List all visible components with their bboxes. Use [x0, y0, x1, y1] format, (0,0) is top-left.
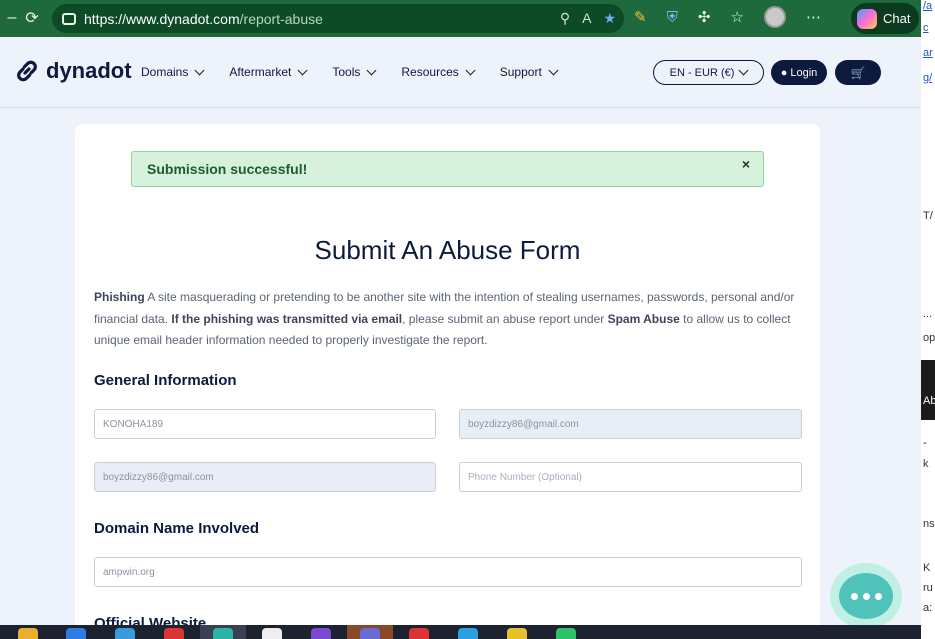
form-description: Phishing A site masquerading or pretendi…: [94, 287, 804, 352]
chevron-down-icon: [738, 65, 749, 76]
side-fragment: ru: [923, 582, 933, 594]
menu-label: Tools: [332, 65, 361, 79]
email-field[interactable]: boyzdizzy86@gmail.com: [459, 409, 802, 439]
taskbar-app-icon[interactable]: [360, 628, 380, 639]
taskbar-app-icon[interactable]: [311, 628, 331, 639]
alert-message: Submission successful!: [147, 161, 308, 177]
chevron-down-icon: [465, 65, 476, 75]
dynadot-logo[interactable]: dynadot: [14, 58, 132, 84]
desc-term: Phishing: [94, 290, 145, 304]
abuse-form-card: Submission successful! × Submit An Abuse…: [75, 124, 820, 625]
taskbar-app-icon[interactable]: [115, 628, 135, 639]
side-fragment: T/: [923, 210, 933, 222]
chevron-down-icon: [366, 65, 377, 75]
user-icon: ●: [780, 66, 788, 79]
name-field[interactable]: KONOHA189: [94, 409, 436, 439]
chat-label: Chat: [883, 11, 911, 26]
browser-toolbar: – ⟳ https://www.dynadot.com/report-abuse…: [0, 0, 935, 37]
chevron-down-icon: [548, 65, 559, 75]
desc-bold: Spam Abuse: [607, 311, 680, 326]
favorites-icon[interactable]: ☆: [730, 8, 743, 26]
shield-icon[interactable]: ⛨: [667, 9, 678, 26]
logo-text: dynadot: [46, 58, 132, 83]
main-menu: Domains Aftermarket Tools Resources Supp…: [141, 65, 559, 79]
address-bar[interactable]: https://www.dynadot.com/report-abuse ⚲ A…: [52, 4, 624, 33]
menu-domains[interactable]: Domains: [141, 65, 205, 79]
side-fragment: ns: [923, 518, 935, 530]
login-button[interactable]: ● Login: [771, 60, 827, 85]
domain-field[interactable]: ampwin.org: [94, 557, 802, 587]
side-fragment: op: [923, 332, 935, 344]
login-label: Login: [790, 66, 818, 79]
desc-text: , please submit an abuse report under: [402, 311, 608, 326]
live-chat-button[interactable]: [830, 563, 902, 625]
currency-selector[interactable]: EN - EUR (€): [653, 60, 764, 85]
close-icon[interactable]: ×: [742, 156, 750, 172]
taskbar-app-icon[interactable]: [164, 628, 184, 639]
chat-bubble-icon: [839, 573, 893, 619]
menu-aftermarket[interactable]: Aftermarket: [229, 65, 308, 79]
side-window: /a c ar g/ T/ ... op Ab - k ns K ru a:: [921, 0, 935, 639]
side-fragment: /a: [923, 0, 933, 12]
side-fragment: ...: [923, 308, 933, 320]
cart-icon: 🛒: [850, 65, 866, 80]
taskbar-app-icon[interactable]: [213, 628, 233, 639]
url-host: https://www.dynadot.com: [84, 10, 240, 27]
email-confirm-field[interactable]: boyzdizzy86@gmail.com: [94, 462, 436, 492]
menu-support[interactable]: Support: [499, 65, 559, 79]
menu-label: Support: [499, 65, 542, 79]
menu-label: Domains: [141, 65, 189, 79]
favorite-star-icon[interactable]: ★: [603, 10, 616, 27]
zoom-icon[interactable]: ⚲: [560, 10, 570, 27]
side-fragment: k: [923, 458, 929, 470]
side-fragment: c: [923, 22, 929, 34]
os-taskbar: [0, 625, 921, 639]
side-fragment: ar: [923, 47, 933, 59]
menu-tools[interactable]: Tools: [332, 65, 377, 79]
phone-field[interactable]: Phone Number (Optional): [459, 462, 802, 492]
url-text[interactable]: https://www.dynadot.com/report-abuse: [84, 11, 323, 27]
page-title: Submit An Abuse Form: [314, 235, 581, 265]
file-explorer-icon[interactable]: [18, 628, 38, 639]
copilot-chat-button[interactable]: Chat: [851, 3, 919, 34]
taskbar-app-icon[interactable]: [556, 628, 576, 639]
copilot-icon: [857, 8, 877, 29]
more-menu-icon[interactable]: ⋯: [806, 8, 821, 26]
logo-icon: [17, 60, 37, 82]
side-fragment: -: [923, 437, 927, 449]
site-header: dynadot Domains Aftermarket Tools Resour…: [0, 37, 921, 108]
chevron-down-icon: [297, 65, 308, 75]
refresh-icon[interactable]: ⟳: [20, 8, 44, 28]
general-info-heading: General Information: [94, 372, 237, 389]
taskbar-app-icon[interactable]: [507, 628, 527, 639]
menu-label: Resources: [401, 65, 459, 79]
official-website-heading: Official Website: [94, 615, 207, 625]
profile-avatar[interactable]: [763, 6, 786, 28]
menu-label: Aftermarket: [229, 65, 292, 79]
success-alert: Submission successful! ×: [131, 151, 764, 187]
domain-heading: Domain Name Involved: [94, 520, 260, 537]
taskbar-app-icon[interactable]: [458, 628, 478, 639]
url-path: /report-abuse: [239, 10, 323, 27]
taskbar-app-icon[interactable]: [262, 628, 282, 639]
extension-icon[interactable]: ✎: [634, 8, 647, 26]
side-fragment: K: [923, 562, 931, 574]
extensions-puzzle-icon[interactable]: ✣: [698, 8, 711, 26]
menu-resources[interactable]: Resources: [401, 65, 476, 79]
side-fragment: Ab: [923, 395, 935, 407]
side-fragment: a:: [923, 602, 933, 614]
desc-bold: If the phishing was transmitted via emai…: [171, 311, 403, 326]
cart-button[interactable]: 🛒: [835, 60, 881, 85]
taskbar-app-icon[interactable]: [66, 628, 86, 639]
read-aloud-icon[interactable]: A: [582, 10, 591, 27]
lock-icon: [62, 12, 76, 25]
web-page: dynadot Domains Aftermarket Tools Resour…: [0, 37, 921, 625]
side-fragment: g/: [923, 72, 933, 84]
chevron-down-icon: [194, 65, 205, 75]
currency-label: EN - EUR (€): [669, 66, 735, 79]
taskbar-app-icon[interactable]: [409, 628, 429, 639]
